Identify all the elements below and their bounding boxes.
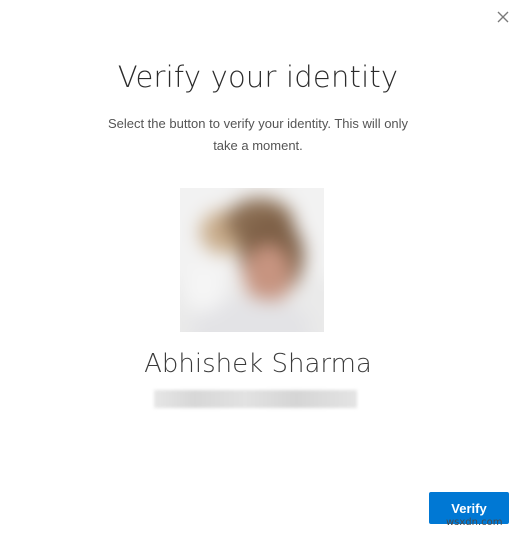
- close-button[interactable]: [494, 8, 512, 26]
- watermark: wsxdn.com: [446, 517, 503, 528]
- redacted-email: [154, 390, 357, 408]
- avatar: [180, 188, 324, 332]
- verify-identity-dialog: Verify your identity Select the button t…: [0, 0, 522, 534]
- user-name: Abhishek Sharma: [144, 349, 372, 379]
- profile-photo-icon: [180, 188, 324, 332]
- close-icon: [497, 11, 509, 23]
- dialog-title: Verify your identity: [117, 60, 399, 94]
- dialog-description: Select the button to verify your identit…: [107, 116, 409, 153]
